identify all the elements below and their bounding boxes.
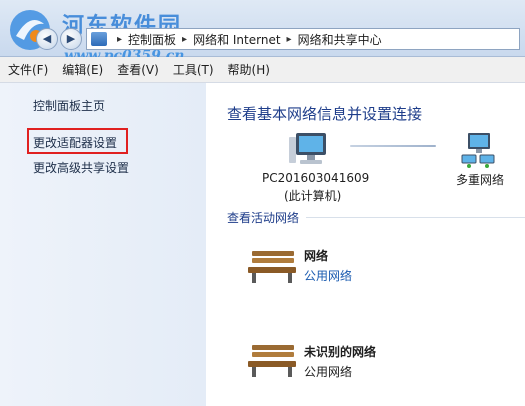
active-networks-title: 查看活动网络 xyxy=(227,211,300,225)
public-network-bench-icon xyxy=(248,251,296,283)
breadcrumb-control-panel[interactable]: 控制面板 xyxy=(128,31,176,48)
network-type-link[interactable]: 公用网络 xyxy=(304,267,352,284)
menu-tools[interactable]: 工具(T) xyxy=(167,61,220,78)
back-button[interactable]: ◀ xyxy=(36,28,58,50)
public-network-bench-icon xyxy=(248,345,296,377)
sidebar-item-advanced-sharing-settings[interactable]: 更改高级共享设置 xyxy=(33,159,129,176)
menu-file[interactable]: 文件(F) xyxy=(2,61,54,78)
breadcrumb-network-internet[interactable]: 网络和 Internet xyxy=(193,31,280,48)
menu-help[interactable]: 帮助(H) xyxy=(222,61,276,78)
computer-icon xyxy=(289,133,326,164)
connection-line xyxy=(350,145,436,147)
breadcrumb-separator: ▸ xyxy=(117,33,123,45)
forward-arrow-icon: ▶ xyxy=(66,32,76,45)
network-name: 网络 xyxy=(304,249,329,263)
window-titlebar: 河东软件园 www.pc0359.cn ◀ ▶ ▸ 控制面板 ▸ 网络和 Int… xyxy=(0,0,525,64)
forward-button[interactable]: ▶ xyxy=(60,28,82,50)
page-title: 查看基本网络信息并设置连接 xyxy=(227,105,423,123)
network-node-label[interactable]: 多重网络 xyxy=(456,171,504,188)
computer-subtitle: (此计算机) xyxy=(284,189,342,203)
computer-name: PC201603041609 xyxy=(262,171,370,185)
sidebar-item-control-panel-home[interactable]: 控制面板主页 xyxy=(33,97,105,114)
section-divider xyxy=(306,217,525,218)
address-bar[interactable]: ▸ 控制面板 ▸ 网络和 Internet ▸ 网络和共享中心 xyxy=(86,28,520,50)
network-name: 未识别的网络 xyxy=(304,345,377,359)
back-arrow-icon: ◀ xyxy=(42,32,52,45)
breadcrumb-separator: ▸ xyxy=(182,33,188,45)
network-type: 公用网络 xyxy=(304,365,353,379)
menu-edit[interactable]: 编辑(E) xyxy=(56,61,109,78)
breadcrumb-separator: ▸ xyxy=(286,33,292,45)
main-content: 查看基本网络信息并设置连接 PC201603041609 (此计算机) 多重网络… xyxy=(206,83,525,406)
multiple-networks-icon xyxy=(461,133,495,168)
menu-bar: 文件(F) 编辑(E) 查看(V) 工具(T) 帮助(H) xyxy=(0,57,525,83)
sidebar-item-change-adapter-settings[interactable]: 更改适配器设置 xyxy=(33,134,117,151)
menu-view[interactable]: 查看(V) xyxy=(111,61,165,78)
breadcrumb-network-sharing-center[interactable]: 网络和共享中心 xyxy=(298,31,382,48)
control-panel-icon xyxy=(91,32,107,46)
